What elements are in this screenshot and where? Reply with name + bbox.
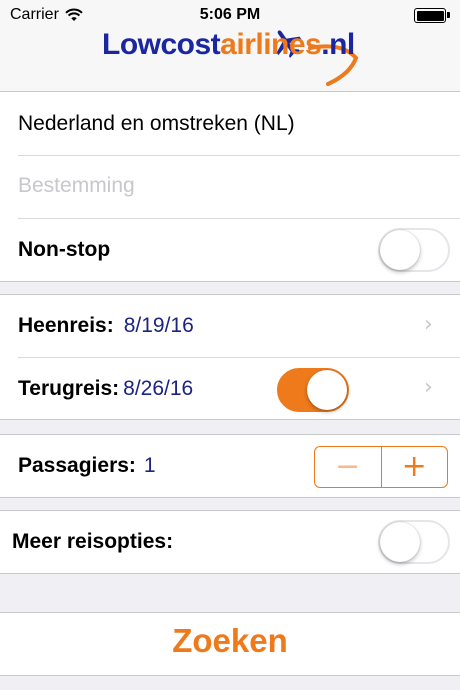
- separator: [18, 357, 460, 358]
- battery-icon: [414, 8, 446, 23]
- origin-field[interactable]: Nederland en omstreken (NL): [18, 112, 295, 136]
- separator: [18, 218, 460, 219]
- chevron-right-icon: ›: [424, 312, 433, 337]
- nonstop-toggle[interactable]: [378, 228, 450, 272]
- logo: Lowcost airlines .nl: [102, 28, 355, 62]
- battery-nub: [447, 12, 450, 18]
- return-date: 8/26/16: [123, 377, 194, 400]
- return-label: Terugreis:: [18, 377, 120, 400]
- return-toggle[interactable]: [277, 368, 349, 412]
- chevron-right-icon: ›: [424, 375, 433, 400]
- outbound-label: Heenreis:: [18, 314, 114, 337]
- destination-field[interactable]: Bestemming: [18, 174, 135, 198]
- logo-part-3: .nl: [321, 28, 355, 61]
- options-toggle[interactable]: [378, 520, 450, 564]
- passengers-stepper[interactable]: − +: [314, 446, 448, 488]
- plus-icon[interactable]: +: [382, 447, 448, 487]
- logo-part-1: Lowcost: [102, 28, 221, 61]
- return-row[interactable]: Terugreis: 8/26/16: [18, 377, 193, 401]
- separator: [18, 155, 460, 156]
- minus-icon[interactable]: −: [315, 447, 382, 487]
- passengers-count: 1: [143, 454, 156, 477]
- passengers-label: Passagiers:: [18, 454, 136, 477]
- outbound-row[interactable]: Heenreis: 8/19/16: [18, 314, 194, 338]
- search-button[interactable]: Zoeken: [0, 622, 460, 660]
- nonstop-label: Non-stop: [18, 238, 111, 261]
- outbound-date: 8/19/16: [123, 314, 194, 337]
- passengers-row: Passagiers: 1: [18, 454, 156, 478]
- status-time: 5:06 PM: [199, 6, 261, 23]
- logo-part-2: airlines: [220, 28, 322, 61]
- options-label: Meer reisopties:: [12, 530, 174, 553]
